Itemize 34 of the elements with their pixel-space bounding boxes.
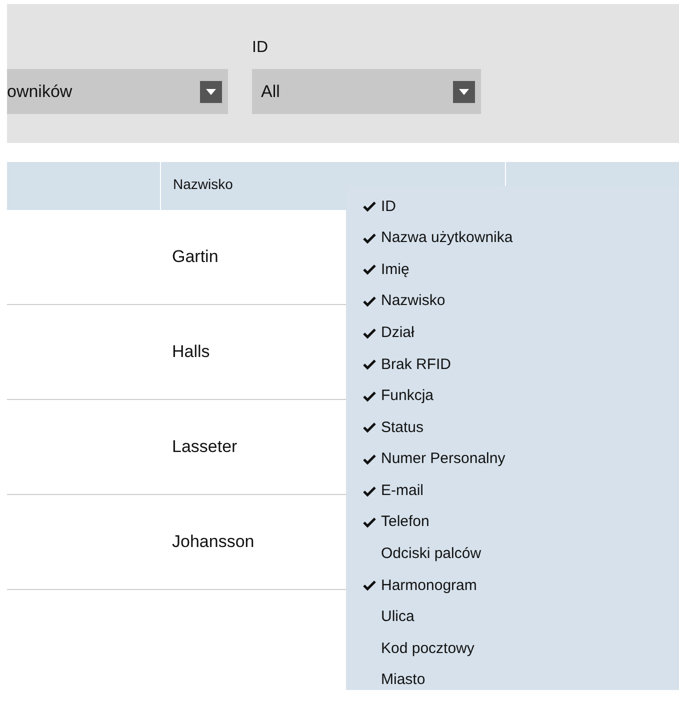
menu-item[interactable]: Funkcja [346,380,679,412]
filter-dropdown[interactable]: owników [7,69,228,114]
check-icon [363,328,376,339]
check-icon [363,201,376,212]
table-cell: Lasseter [172,438,238,456]
table-cell: Halls [172,343,210,361]
menu-item[interactable]: Dział [346,317,679,349]
check-icon [363,264,376,276]
menu-item[interactable]: Numer Personalny [346,444,679,476]
check-icon [363,580,376,592]
menu-item[interactable]: Odciski palców [346,538,679,570]
table-cell: Johansson [172,533,254,551]
check-icon [363,232,376,244]
menu-item[interactable]: Miasto [346,664,679,696]
table-cell: Gartin [172,248,218,266]
menu-item[interactable]: Kod pocztowy [346,633,679,665]
filter-label: ID [252,39,269,57]
menu-item[interactable]: Brak RFID [346,348,679,381]
menu-item[interactable]: Telefon [346,506,679,539]
menu-item[interactable]: Imię [346,254,679,286]
filter-dropdown[interactable]: All [252,69,481,114]
check-icon [363,454,376,466]
menu-item[interactable]: Harmonogram [346,570,679,602]
check-icon [363,359,376,370]
menu-item[interactable]: E-mail [346,475,679,507]
check-icon [363,486,376,497]
check-icon [363,390,376,402]
check-icon [363,517,376,528]
check-icon [363,422,376,434]
check-icon [363,296,376,308]
menu-item[interactable]: Nazwa użytkownika [346,222,679,254]
menu-item[interactable]: Ulica [346,602,679,634]
menu-item[interactable]: Nazwisko [346,286,679,318]
menu-item[interactable]: Status [346,412,679,444]
